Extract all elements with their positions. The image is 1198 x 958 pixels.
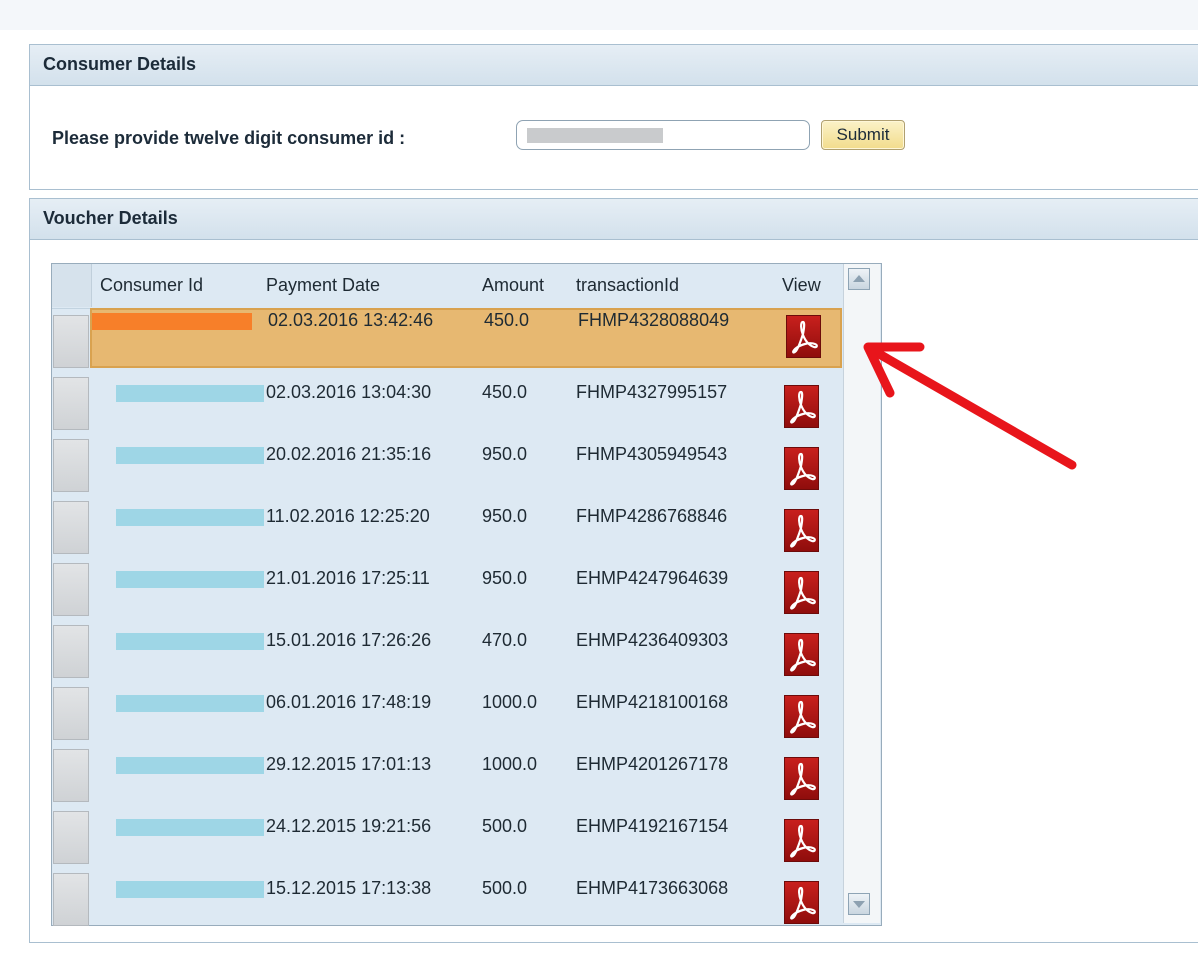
pdf-icon[interactable]: [784, 881, 819, 924]
pdf-icon[interactable]: [784, 633, 819, 676]
transaction-id-cell: EHMP4218100168: [576, 692, 729, 712]
transaction-id-cell: EHMP4236409303: [576, 630, 729, 650]
masked-consumer-id: [527, 128, 663, 143]
masked-consumer-id: [116, 757, 264, 774]
voucher-details-panel: Voucher Details Consumer Id Payment Date…: [29, 198, 1198, 943]
pdf-icon[interactable]: [786, 315, 821, 358]
consumer-details-header: Consumer Details: [30, 45, 1198, 86]
table-header: Consumer Id Payment Date Amount transact…: [52, 264, 842, 309]
payment-date-cell: 15.12.2015 17:13:38: [266, 878, 432, 898]
masked-consumer-id: [116, 571, 264, 588]
pdf-icon[interactable]: [784, 571, 819, 614]
payment-date-cell: 20.02.2016 21:35:16: [266, 444, 432, 464]
consumer-id-label: Please provide twelve digit consumer id …: [52, 128, 406, 148]
payment-date-cell: 15.01.2016 17:26:26: [266, 630, 432, 650]
select-all-header[interactable]: [52, 264, 92, 307]
table-row[interactable]: 20.02.2016 21:35:16 950.0 FHMP4305949543: [52, 432, 842, 494]
column-header-consumer-id[interactable]: Consumer Id: [100, 275, 203, 296]
scroll-down-arrow-icon[interactable]: [848, 893, 870, 915]
table-row[interactable]: 15.12.2015 17:13:38 500.0 EHMP4173663068: [52, 866, 842, 928]
masked-consumer-id: [116, 881, 264, 898]
voucher-table: Consumer Id Payment Date Amount transact…: [51, 263, 882, 926]
masked-consumer-id: [116, 633, 264, 650]
pdf-icon[interactable]: [784, 757, 819, 800]
pdf-icon[interactable]: [784, 385, 819, 428]
column-header-payment-date[interactable]: Payment Date: [266, 275, 380, 296]
table-row[interactable]: 06.01.2016 17:48:19 1000.0 EHMP4218100168: [52, 680, 842, 742]
payment-date-cell: 02.03.2016 13:42:46: [268, 310, 434, 330]
transaction-id-cell: EHMP4247964639: [576, 568, 729, 588]
masked-consumer-id: [116, 819, 264, 836]
scroll-up-arrow-icon[interactable]: [848, 268, 870, 290]
amount-cell: 950.0: [482, 506, 528, 526]
column-header-view[interactable]: View: [782, 275, 821, 296]
red-arrow-annotation: [863, 342, 1077, 470]
masked-consumer-id: [116, 695, 264, 712]
amount-cell: 450.0: [482, 382, 528, 402]
pdf-icon[interactable]: [784, 695, 819, 738]
transaction-id-cell: EHMP4173663068: [576, 878, 729, 898]
amount-cell: 950.0: [482, 444, 528, 464]
table-body: 02.03.2016 13:42:46 450.0 FHMP4328088049 02…: [52, 308, 842, 928]
amount-cell: 1000.0: [482, 692, 538, 712]
amount-cell: 950.0: [482, 568, 528, 588]
transaction-id-cell: FHMP4328088049: [578, 310, 730, 330]
payment-date-cell: 06.01.2016 17:48:19: [266, 692, 432, 712]
row-select-button[interactable]: [53, 315, 89, 368]
amount-cell: 470.0: [482, 630, 528, 650]
consumer-id-input[interactable]: [516, 120, 810, 150]
masked-consumer-id: [92, 313, 252, 330]
transaction-id-cell: EHMP4192167154: [576, 816, 729, 836]
amount-cell: 450.0: [484, 310, 530, 330]
transaction-id-cell: FHMP4327995157: [576, 382, 728, 402]
voucher-details-header: Voucher Details: [30, 199, 1198, 240]
payment-date-cell: 11.02.2016 12:25:20: [266, 506, 430, 526]
consumer-details-panel: Consumer Details Please provide twelve d…: [29, 44, 1198, 190]
pdf-icon[interactable]: [784, 447, 819, 490]
masked-consumer-id: [116, 385, 264, 402]
column-header-transaction-id[interactable]: transactionId: [576, 275, 679, 296]
table-row-selected[interactable]: 02.03.2016 13:42:46 450.0 FHMP4328088049: [90, 308, 842, 368]
transaction-id-cell: EHMP4201267178: [576, 754, 729, 774]
table-row[interactable]: 29.12.2015 17:01:13 1000.0 EHMP4201267178: [52, 742, 842, 804]
amount-cell: 500.0: [482, 878, 528, 898]
transaction-id-cell: FHMP4286768846: [576, 506, 728, 526]
masked-consumer-id: [116, 447, 264, 464]
amount-cell: 1000.0: [482, 754, 538, 774]
submit-button[interactable]: Submit: [821, 120, 905, 150]
transaction-id-cell: FHMP4305949543: [576, 444, 728, 464]
pdf-icon[interactable]: [784, 819, 819, 862]
table-row[interactable]: 02.03.2016 13:04:30 450.0 FHMP4327995157: [52, 370, 842, 432]
payment-date-cell: 02.03.2016 13:04:30: [266, 382, 432, 402]
payment-date-cell: 21.01.2016 17:25:11: [266, 568, 430, 588]
masked-consumer-id: [116, 509, 264, 526]
column-header-amount[interactable]: Amount: [482, 275, 544, 296]
page-background-band: [0, 0, 1198, 30]
pdf-icon[interactable]: [784, 509, 819, 552]
table-row[interactable]: 11.02.2016 12:25:20 950.0 FHMP4286768846: [52, 494, 842, 556]
table-row[interactable]: 24.12.2015 19:21:56 500.0 EHMP4192167154: [52, 804, 842, 866]
payment-date-cell: 24.12.2015 19:21:56: [266, 816, 432, 836]
table-row[interactable]: 21.01.2016 17:25:11 950.0 EHMP4247964639: [52, 556, 842, 618]
table-row[interactable]: 15.01.2016 17:26:26 470.0 EHMP4236409303: [52, 618, 842, 680]
amount-cell: 500.0: [482, 816, 528, 836]
payment-date-cell: 29.12.2015 17:01:13: [266, 754, 432, 774]
